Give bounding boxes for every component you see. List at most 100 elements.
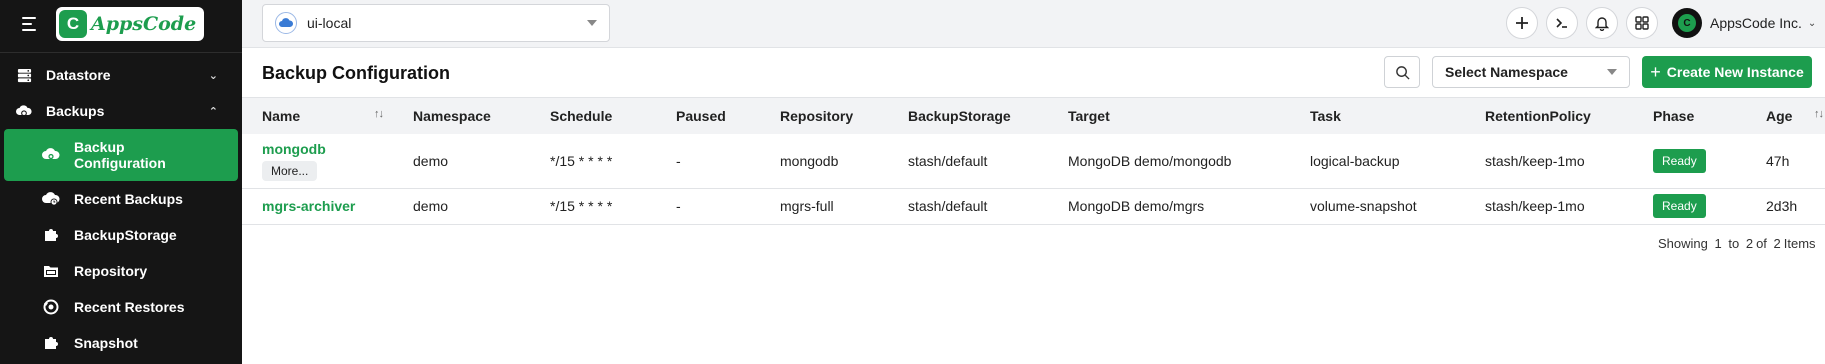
- pagination-to-word: to: [1728, 236, 1740, 251]
- sidebar-item-label: Repository: [74, 263, 148, 279]
- puzzle-icon: [42, 226, 60, 244]
- sidebar-divider: [0, 52, 242, 53]
- search-icon: [1395, 65, 1410, 80]
- column-header-target: Target: [1068, 108, 1110, 124]
- sidebar-item-label: BackupStorage: [74, 227, 177, 243]
- sidebar-item-backup-configuration[interactable]: Backup Configuration: [4, 129, 238, 181]
- appscode-logo[interactable]: C AppsCode: [56, 7, 205, 41]
- pagination-showing: Showing: [1658, 236, 1708, 251]
- column-header-age[interactable]: Age ↑↓: [1746, 98, 1825, 134]
- pagination-to: 2: [1745, 236, 1754, 251]
- cell-name: mgrs-archiver: [242, 188, 393, 225]
- page-title: Backup Configuration: [262, 63, 450, 83]
- status-badge: Ready: [1653, 194, 1706, 218]
- sidebar-item-label: Recent Restores: [74, 299, 185, 315]
- column-header-namespace: Namespace: [413, 108, 491, 124]
- column-header-backupstorage: BackupStorage: [908, 108, 1011, 124]
- backup-config-icon: [42, 146, 60, 164]
- column-header-retentionpolicy: RetentionPolicy: [1485, 108, 1591, 124]
- sidebar-item-snapshot[interactable]: Snapshot: [0, 325, 242, 361]
- more-button[interactable]: More...: [262, 160, 318, 181]
- chevron-down-icon: [1607, 69, 1617, 75]
- sidebar-item-label: Snapshot: [74, 335, 138, 351]
- cluster-name: ui-local: [307, 15, 352, 31]
- terminal-icon: [1556, 18, 1567, 28]
- cell-paused: -: [656, 134, 760, 189]
- pagination-summary: Showing 1 to 2 of 2 Items: [1658, 236, 1816, 251]
- cell-task: logical-backup: [1290, 134, 1465, 189]
- avatar-logo-icon: C: [1678, 14, 1696, 32]
- namespace-select[interactable]: Select Namespace: [1432, 56, 1630, 88]
- sidebar-item-recent-backups[interactable]: Recent Backups: [0, 181, 242, 217]
- apps-button[interactable]: [1626, 7, 1658, 39]
- cell-paused: -: [656, 188, 760, 225]
- table-row: mongodb More... demo */15 * * * * - mong…: [242, 134, 1825, 189]
- sidebar-group-backups[interactable]: Backups ⌃: [0, 93, 242, 129]
- account-name: AppsCode Inc.: [1710, 15, 1802, 31]
- column-header-phase: Phase: [1653, 108, 1695, 124]
- folder-icon: [42, 262, 60, 280]
- bell-icon: [1595, 16, 1609, 31]
- cell-repository: mongodb: [760, 134, 888, 189]
- cell-schedule: */15 * * * *: [530, 188, 656, 225]
- menu-toggle-icon[interactable]: [22, 17, 38, 31]
- plus-icon: +: [1650, 62, 1661, 82]
- column-header-name[interactable]: Name ↑↓: [242, 98, 393, 134]
- puzzle-icon: [42, 334, 60, 352]
- cell-task: volume-snapshot: [1290, 188, 1465, 225]
- cell-repository: mgrs-full: [760, 188, 888, 225]
- sidebar-item-repository[interactable]: Repository: [0, 253, 242, 289]
- add-button[interactable]: [1506, 7, 1538, 39]
- sort-icon[interactable]: ↑↓: [374, 108, 384, 120]
- cell-retentionpolicy: stash/keep-1mo: [1465, 188, 1633, 225]
- sidebar-item-label: Backup Configuration: [74, 139, 166, 171]
- search-button[interactable]: [1384, 56, 1420, 88]
- column-header-schedule: Schedule: [550, 108, 613, 124]
- cell-target: MongoDB demo/mongodb: [1048, 134, 1290, 189]
- row-name-link[interactable]: mongodb: [262, 141, 393, 157]
- logo-mark-icon: C: [59, 10, 87, 38]
- sidebar: C AppsCode Datastore ⌄ Backups ⌃ Backup …: [0, 0, 242, 364]
- chevron-down-icon: [587, 20, 597, 26]
- account-menu[interactable]: C AppsCode Inc. ⌄: [1672, 6, 1816, 40]
- sidebar-item-backupstorage[interactable]: BackupStorage: [0, 217, 242, 253]
- column-header-paused: Paused: [676, 108, 726, 124]
- notifications-button[interactable]: [1586, 7, 1618, 39]
- sidebar-group-datastore[interactable]: Datastore ⌄: [0, 57, 242, 93]
- backup-icon: [16, 103, 32, 119]
- cloud-icon: [275, 12, 297, 34]
- column-header-repository: Repository: [780, 108, 854, 124]
- sidebar-header: C AppsCode: [0, 0, 242, 48]
- cell-backupstorage: stash/default: [888, 134, 1048, 189]
- terminal-button[interactable]: [1546, 7, 1578, 39]
- row-name-link[interactable]: mgrs-archiver: [262, 198, 393, 214]
- cell-phase: Ready: [1633, 188, 1746, 225]
- cell-target: MongoDB demo/mgrs: [1048, 188, 1290, 225]
- pagination-from: 1: [1714, 236, 1722, 251]
- cell-age: 47h: [1746, 134, 1825, 189]
- cell-backupstorage: stash/default: [888, 188, 1048, 225]
- column-header-label: Age: [1766, 108, 1793, 124]
- chevron-down-icon: ⌄: [1807, 17, 1817, 29]
- table-header-row: Name ↑↓ Namespace Schedule Paused Reposit…: [242, 98, 1825, 134]
- chevron-down-icon: ⌄: [208, 69, 218, 82]
- plus-icon: [1516, 17, 1528, 29]
- table-row: mgrs-archiver demo */15 * * * * - mgrs-f…: [242, 188, 1825, 225]
- cell-age: 2d3h: [1746, 188, 1825, 225]
- sort-icon[interactable]: ↑↓: [1814, 108, 1824, 120]
- cell-namespace: demo: [393, 134, 530, 189]
- pagination-of-word: of: [1756, 236, 1767, 251]
- avatar: C: [1672, 8, 1702, 38]
- create-button-label: Create New Instance: [1666, 64, 1804, 80]
- top-bar: ui-local C AppsCode Inc. ⌄: [242, 0, 1825, 48]
- chevron-up-icon: ⌃: [208, 105, 218, 118]
- cell-namespace: demo: [393, 188, 530, 225]
- cell-name: mongodb More...: [242, 134, 393, 189]
- logo-text: AppsCode: [91, 13, 197, 35]
- create-new-instance-button[interactable]: + Create New Instance: [1642, 56, 1812, 88]
- cell-phase: Ready: [1633, 134, 1746, 189]
- sidebar-item-recent-restores[interactable]: Recent Restores: [0, 289, 242, 325]
- sidebar-group-label: Datastore: [46, 67, 111, 83]
- cluster-select[interactable]: ui-local: [262, 4, 610, 42]
- pagination-total: 2: [1773, 236, 1781, 251]
